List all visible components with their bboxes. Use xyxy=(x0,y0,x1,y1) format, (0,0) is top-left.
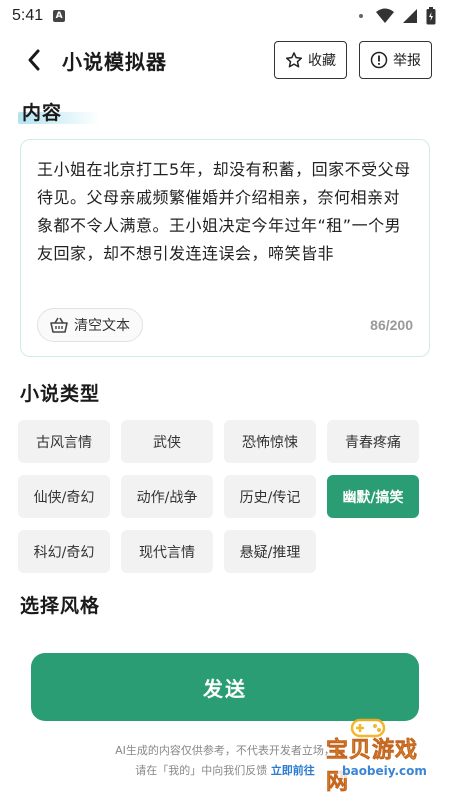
favorite-button[interactable]: 收藏 xyxy=(274,41,347,79)
signal-dots-icon xyxy=(359,14,363,18)
info-circle-icon xyxy=(370,51,388,69)
favorite-label: 收藏 xyxy=(308,53,336,69)
app-indicator-icon: A xyxy=(53,10,66,22)
genre-chip[interactable]: 幽默/搞笑 xyxy=(327,475,419,518)
report-button[interactable]: 举报 xyxy=(359,41,432,79)
style-section-title: 选择风格 xyxy=(20,591,100,618)
genre-chip[interactable]: 仙侠/奇幻 xyxy=(18,475,110,518)
chevron-left-icon xyxy=(28,49,40,71)
genre-title-text: 小说类型 xyxy=(20,383,101,405)
status-time: 5:41 xyxy=(12,7,44,24)
page-title: 小说模拟器 xyxy=(62,49,167,74)
wifi-icon xyxy=(376,8,394,23)
genre-grid: 古风言情 武侠 恐怖惊悚 青春疼痛仙侠/奇幻 动作/战争 历史/传记 幽默/搞笑科幻/奇幻现… xyxy=(18,420,432,573)
clear-text-button[interactable]: 清空文本 xyxy=(37,308,143,342)
clear-text-label: 清空文本 xyxy=(74,318,130,334)
content-textarea[interactable]: 王小姐在北京打工5年，却没有积蓄，回家不受父母待见。父母亲戚频繁催婚并介绍相亲，… xyxy=(20,139,430,357)
content-section-title: 内容 xyxy=(18,98,100,125)
basket-icon xyxy=(50,317,68,333)
genre-chip[interactable]: 科幻/奇幻 xyxy=(18,530,110,573)
genre-chip[interactable]: 现代言情 xyxy=(121,530,213,573)
status-bar: 5:41 A xyxy=(0,0,450,32)
cell-signal-icon xyxy=(403,9,417,23)
genre-chip[interactable]: 恐怖惊悚 xyxy=(224,420,316,463)
watermark-sub: baobeiy.com xyxy=(338,764,431,778)
style-title-text: 选择风格 xyxy=(20,595,101,617)
content-text[interactable]: 王小姐在北京打工5年，却没有积蓄，回家不受父母待见。父母亲戚频繁催婚并介绍相亲，… xyxy=(37,156,413,268)
genre-chip[interactable]: 悬疑/推理 xyxy=(224,530,316,573)
genre-chip[interactable]: 古风言情 xyxy=(18,420,110,463)
genre-chip[interactable]: 武侠 xyxy=(121,420,213,463)
genre-chip[interactable]: 动作/战争 xyxy=(121,475,213,518)
report-label: 举报 xyxy=(393,53,421,69)
genre-chip[interactable]: 青春疼痛 xyxy=(327,420,419,463)
disclaimer-feedback-text: 请在「我的」中向我们反馈 xyxy=(135,764,268,777)
back-button[interactable] xyxy=(18,44,50,76)
watermark: 宝贝游戏网 baobeiy.com xyxy=(308,714,438,795)
header: 小说模拟器 收藏 举报 xyxy=(0,34,450,86)
char-count: 86/200 xyxy=(370,317,413,333)
content-title-text: 内容 xyxy=(22,102,63,124)
genre-section-title: 小说类型 xyxy=(20,379,100,406)
battery-icon xyxy=(426,7,436,25)
star-outline-icon xyxy=(285,52,303,68)
genre-chip[interactable]: 历史/传记 xyxy=(224,475,316,518)
send-button[interactable]: 发送 xyxy=(31,653,419,721)
